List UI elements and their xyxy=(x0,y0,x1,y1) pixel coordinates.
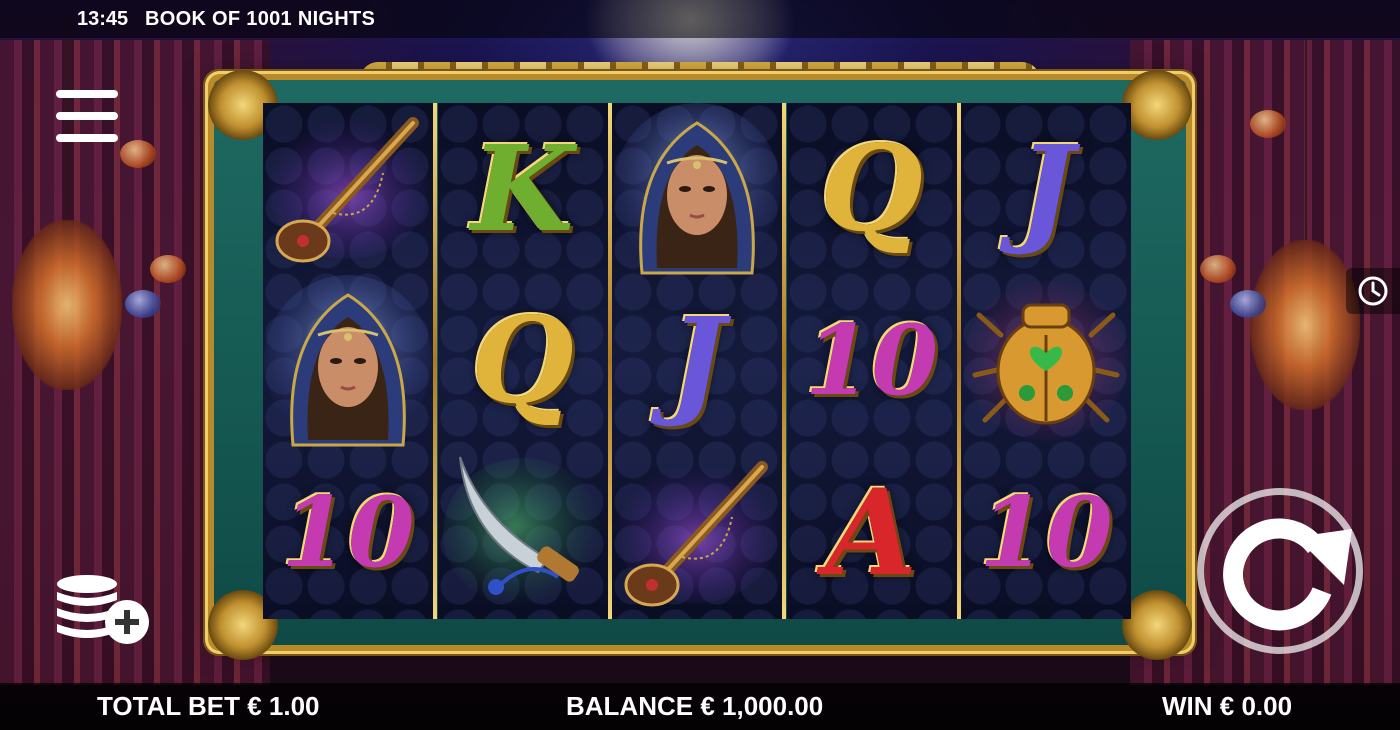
status-bar: 13:45 BOOK OF 1001 NIGHTS xyxy=(0,0,1400,38)
coin-stack-plus-icon xyxy=(57,575,149,644)
symbol-label: J xyxy=(1018,119,1074,258)
symbol-scarab xyxy=(961,275,1131,447)
lantern-left xyxy=(12,20,122,390)
spin-button[interactable] xyxy=(1197,488,1363,654)
symbol-label: 10 xyxy=(804,304,939,417)
hanging-orb xyxy=(1200,255,1236,283)
reel-separator xyxy=(956,103,961,619)
flute-icon xyxy=(617,461,777,607)
reel-4: Q 10 A xyxy=(786,103,957,619)
game-title: BOOK OF 1001 NIGHTS xyxy=(145,8,376,30)
symbol-jack: J xyxy=(961,103,1131,275)
history-button[interactable] xyxy=(1346,268,1400,314)
win-display: WIN € 0.00 xyxy=(1162,691,1293,721)
symbol-label: K xyxy=(471,119,574,258)
reel-separator xyxy=(782,103,786,619)
symbol-label: Q xyxy=(471,291,574,430)
symbol-dagger xyxy=(438,447,608,619)
princess-icon xyxy=(613,103,781,275)
symbol-ace: A xyxy=(787,447,957,619)
symbol-queen: Q xyxy=(438,275,608,447)
hamburger-menu-icon xyxy=(56,90,118,142)
symbol-label: Q xyxy=(820,119,923,258)
flute-icon xyxy=(268,117,428,263)
hanging-orb xyxy=(150,255,186,283)
total-bet-display: TOTAL BET € 1.00 xyxy=(97,691,320,721)
reel-2: KQ xyxy=(437,103,608,619)
symbol-label: 10 xyxy=(281,476,415,589)
reel-3: J xyxy=(612,103,782,619)
symbol-label: 10 xyxy=(979,476,1113,589)
symbol-ten: 10 xyxy=(961,447,1131,619)
spin-arrow-icon xyxy=(1223,518,1352,631)
princess-icon xyxy=(264,275,432,447)
reel-5: J 10 xyxy=(961,103,1131,619)
bet-settings-button[interactable] xyxy=(55,574,151,650)
hanging-orb xyxy=(1250,110,1286,138)
symbol-ten: 10 xyxy=(787,275,957,447)
symbol-label: J xyxy=(669,291,725,430)
reel-separator xyxy=(607,103,612,619)
footer-bar: TOTAL BET € 1.00 BALANCE € 1,000.00 WIN … xyxy=(0,683,1400,730)
clock-time: 13:45 xyxy=(77,8,129,30)
symbol-flute xyxy=(612,447,782,619)
symbol-label: A xyxy=(825,463,918,602)
symbol-jack: J xyxy=(612,275,782,447)
symbol-king: K xyxy=(438,103,608,275)
reel-1: 10 xyxy=(263,103,433,619)
hanging-orb xyxy=(125,290,161,318)
clock-history-icon xyxy=(1358,276,1388,306)
menu-button[interactable] xyxy=(56,88,118,146)
symbol-flute xyxy=(263,103,433,275)
symbol-princess xyxy=(263,275,433,447)
reel-separator xyxy=(433,103,437,619)
balance-display: BALANCE € 1,000.00 xyxy=(566,691,824,721)
symbol-ten: 10 xyxy=(263,447,433,619)
symbol-queen: Q xyxy=(787,103,957,275)
dagger-icon xyxy=(442,456,603,608)
lantern-right xyxy=(1250,40,1360,410)
hanging-orb xyxy=(120,140,156,168)
hanging-orb xyxy=(1230,290,1266,318)
scarab-icon xyxy=(964,281,1128,441)
symbol-princess xyxy=(612,103,782,275)
reel-grid: 10 K Q J Q 10 A J 10 xyxy=(263,103,1137,619)
